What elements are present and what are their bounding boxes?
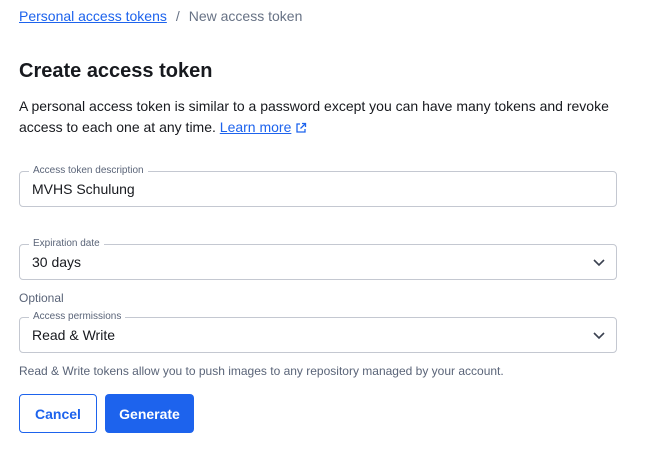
access-token-description-input[interactable]: Access token description MVHS Schulung bbox=[19, 165, 617, 207]
chevron-down-icon[interactable] bbox=[592, 255, 606, 274]
expiration-date-value[interactable]: 30 days bbox=[32, 254, 81, 270]
breadcrumb-separator: / bbox=[175, 8, 180, 24]
access-token-description-label: Access token description bbox=[29, 165, 148, 177]
optional-text: Optional bbox=[19, 291, 64, 305]
access-permissions-value[interactable]: Read & Write bbox=[32, 327, 115, 343]
page-title: Create access token bbox=[19, 60, 213, 82]
cancel-button[interactable]: Cancel bbox=[19, 394, 97, 433]
description-text: A personal access token is similar to a … bbox=[19, 98, 609, 135]
breadcrumb: Personal access tokens / New access toke… bbox=[19, 8, 302, 24]
learn-more-link[interactable]: Learn more bbox=[220, 119, 292, 135]
access-token-description-value[interactable]: MVHS Schulung bbox=[32, 181, 135, 197]
generate-button[interactable]: Generate bbox=[105, 394, 194, 433]
external-link-icon[interactable] bbox=[295, 119, 307, 140]
chevron-down-icon[interactable] bbox=[592, 328, 606, 347]
page-description: A personal access token is similar to a … bbox=[19, 96, 619, 140]
expiration-date-label: Expiration date bbox=[29, 238, 104, 250]
breadcrumb-current: New access token bbox=[188, 8, 303, 24]
permissions-helper-text: Read & Write tokens allow you to push im… bbox=[19, 364, 504, 378]
expiration-date-select[interactable]: Expiration date 30 days bbox=[19, 238, 617, 280]
breadcrumb-personal-access-tokens-link[interactable]: Personal access tokens bbox=[19, 8, 167, 24]
access-permissions-label: Access permissions bbox=[29, 311, 126, 323]
access-permissions-select[interactable]: Access permissions Read & Write bbox=[19, 311, 617, 353]
